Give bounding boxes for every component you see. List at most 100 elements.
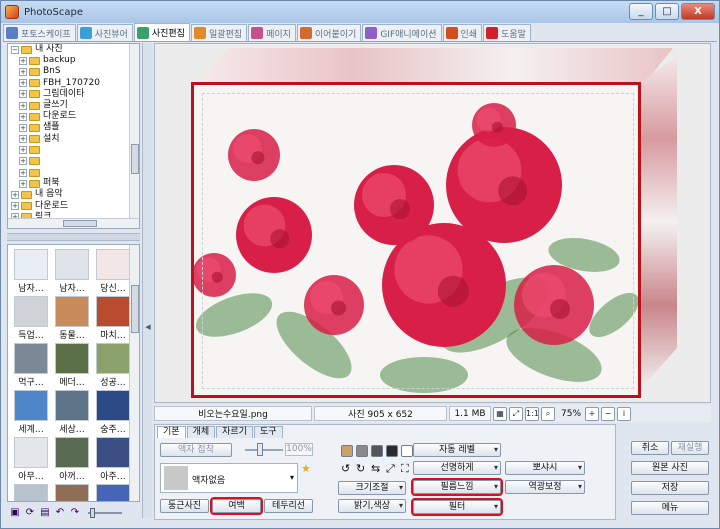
expand-icon[interactable]: +: [19, 179, 27, 188]
redo-button[interactable]: 재실행: [671, 441, 709, 455]
thumbnail-scrollbar[interactable]: [129, 245, 139, 501]
frame-size-knob[interactable]: [257, 443, 263, 456]
tab-1[interactable]: 사진뷰어: [76, 24, 133, 41]
tree-item[interactable]: + 내 음악: [11, 189, 100, 200]
brightness-color-dropdown[interactable]: 밝기,색상: [338, 499, 406, 513]
forward-icon[interactable]: ↷: [69, 507, 81, 519]
tab-8[interactable]: 도움말: [483, 24, 531, 41]
thumbnail-size-slider[interactable]: [88, 508, 122, 518]
tab-object[interactable]: 개체: [186, 426, 216, 438]
refresh-icon[interactable]: ⟳: [24, 507, 36, 519]
dark-swatch-icon[interactable]: [371, 445, 383, 457]
expand-icon[interactable]: +: [19, 79, 27, 88]
tree-scroll-thumb[interactable]: [131, 144, 139, 174]
tree-item[interactable]: + 다운로드: [11, 201, 100, 212]
tab-basic[interactable]: 기본: [157, 426, 186, 438]
expand-icon[interactable]: +: [19, 101, 27, 110]
thumbnail-item[interactable]: 세상…: [53, 390, 91, 434]
save-button[interactable]: 저장: [631, 481, 709, 495]
tab-crop[interactable]: 자르기: [216, 426, 253, 438]
thumbnail-item[interactable]: 세계…: [12, 390, 50, 434]
frame-select[interactable]: 액자없음 ▾: [160, 463, 298, 493]
photo-icon[interactable]: ▤: [39, 507, 51, 519]
filter-dropdown[interactable]: 필터: [411, 498, 503, 516]
favorite-star-icon[interactable]: ★: [301, 462, 311, 475]
expand-icon[interactable]: +: [11, 202, 19, 211]
auto-level-dropdown[interactable]: 자동 레벨: [413, 443, 501, 457]
film-effect-dropdown[interactable]: 필름느낌: [411, 478, 503, 496]
back-icon[interactable]: ↶: [54, 507, 66, 519]
tree-horizontal-scrollbar[interactable]: [8, 218, 139, 228]
original-photo-button[interactable]: 원본 사진: [631, 461, 709, 475]
collapse-icon[interactable]: −: [11, 45, 19, 54]
restore-button[interactable]: □: [655, 3, 679, 20]
thumbnail-item[interactable]: [12, 484, 50, 501]
thumbnail-item[interactable]: [53, 484, 91, 501]
thumbnail-item[interactable]: 남자…: [12, 249, 50, 293]
minimize-button[interactable]: _: [629, 3, 653, 20]
frame-percent-field[interactable]: 100%: [285, 443, 313, 456]
thumbnail-item[interactable]: 동물…: [53, 296, 91, 340]
frame-style-icon[interactable]: [401, 445, 413, 457]
zoom-out-icon[interactable]: −: [601, 406, 616, 421]
thumbnail-item[interactable]: 아꺼…: [53, 437, 91, 481]
tree-vertical-scrollbar[interactable]: [129, 44, 139, 220]
expand-icon[interactable]: +: [19, 112, 27, 121]
thumbnail-size-knob[interactable]: [90, 508, 95, 518]
thumbnail-item[interactable]: 숭주…: [94, 390, 132, 434]
margin-button[interactable]: 여백: [210, 497, 263, 515]
thumbnail-item[interactable]: 성공…: [94, 343, 132, 387]
gray-swatch-icon[interactable]: [356, 445, 368, 457]
tab-5[interactable]: 이어붙이기: [296, 24, 362, 41]
tree-item[interactable]: + 다운로드: [11, 111, 100, 122]
tree-item[interactable]: +: [11, 167, 100, 178]
expand-icon[interactable]: +: [19, 123, 27, 132]
expand-icon[interactable]: +: [19, 56, 27, 65]
zoom-in-icon[interactable]: +: [585, 406, 600, 421]
black-swatch-icon[interactable]: [386, 445, 398, 457]
thumbnail-item[interactable]: 남자…: [53, 249, 91, 293]
tree-item[interactable]: + 퍼북: [11, 178, 100, 189]
sharpen-dropdown[interactable]: 선명하게: [413, 461, 501, 475]
bloom-dropdown[interactable]: 뽀샤시: [505, 461, 585, 475]
frame-fit-button[interactable]: 액자 접착: [160, 443, 232, 457]
thumbnail-item[interactable]: 아주…: [94, 437, 132, 481]
tree-item[interactable]: − 내 사진: [11, 44, 100, 55]
expand-icon[interactable]: +: [19, 168, 27, 177]
folder-icon[interactable]: ▣: [9, 507, 21, 519]
tree-item[interactable]: +: [11, 145, 100, 156]
tab-tools[interactable]: 도구: [253, 426, 283, 438]
tree-item[interactable]: + 샘플: [11, 122, 100, 133]
expand-icon[interactable]: +: [19, 135, 27, 144]
tree-item[interactable]: + backup: [11, 55, 100, 66]
fit-screen-icon[interactable]: ⤢: [509, 406, 523, 421]
thumbnail-item[interactable]: 아무…: [12, 437, 50, 481]
thumbnail-item[interactable]: 마치…: [94, 296, 132, 340]
thumbnail-item[interactable]: 메더…: [53, 343, 91, 387]
expand-icon[interactable]: +: [11, 191, 19, 200]
menu-button[interactable]: 메뉴: [631, 501, 709, 515]
tree-thumb-splitter[interactable]: [7, 233, 140, 241]
fit-icon[interactable]: ⤢: [386, 463, 398, 475]
tree-item[interactable]: + 글쓰기: [11, 100, 100, 111]
folder-tree[interactable]: − 내 사진 + backup + BnS + FBH_170720 + 그림데이타 + 글쓰기 + 다운…: [7, 43, 140, 229]
thumbnail-item[interactable]: 당신…: [94, 249, 132, 293]
enlarge-icon[interactable]: ⛶: [401, 463, 413, 475]
thumbnail-item[interactable]: [94, 484, 132, 501]
tree-hscroll-thumb[interactable]: [63, 220, 97, 227]
checker-background-icon[interactable]: ▦: [493, 406, 507, 421]
expand-icon[interactable]: +: [19, 90, 27, 99]
thumbnail-item[interactable]: 득업…: [12, 296, 50, 340]
collapse-arrow-icon[interactable]: ◀: [144, 317, 152, 337]
thumbnail-item[interactable]: 먹구…: [12, 343, 50, 387]
round-photo-button[interactable]: 둥근사진: [160, 499, 209, 513]
flip-icon[interactable]: ⇆: [371, 463, 383, 475]
zoom-fit-icon[interactable]: ⌕: [541, 406, 555, 421]
resize-dropdown[interactable]: 크기조절: [338, 481, 406, 495]
tree-item[interactable]: + 그림데이타: [11, 89, 100, 100]
expand-icon[interactable]: +: [19, 146, 27, 155]
close-button[interactable]: X: [681, 3, 715, 20]
tab-7[interactable]: 인쇄: [442, 24, 483, 41]
expand-icon[interactable]: +: [19, 67, 27, 76]
rotate-right-icon[interactable]: ↻: [356, 463, 368, 475]
